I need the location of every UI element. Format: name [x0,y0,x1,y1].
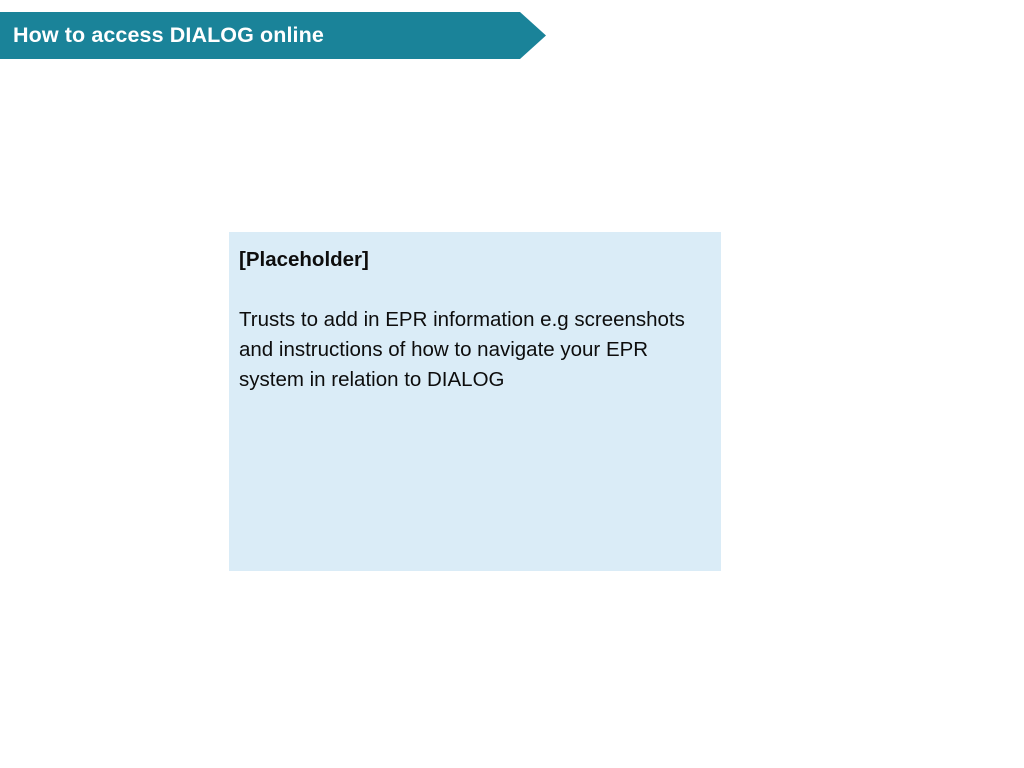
page-title: How to access DIALOG online [13,22,324,47]
title-banner: How to access DIALOG online [0,12,546,59]
content-body-text: Trusts to add in EPR information e.g scr… [239,308,685,391]
content-blank-line [239,275,709,305]
slide-canvas: How to access DIALOG online [Placeholder… [0,0,1024,768]
content-heading: [Placeholder] [239,248,369,271]
placeholder-content-box[interactable]: [Placeholder] Trusts to add in EPR infor… [229,232,721,571]
